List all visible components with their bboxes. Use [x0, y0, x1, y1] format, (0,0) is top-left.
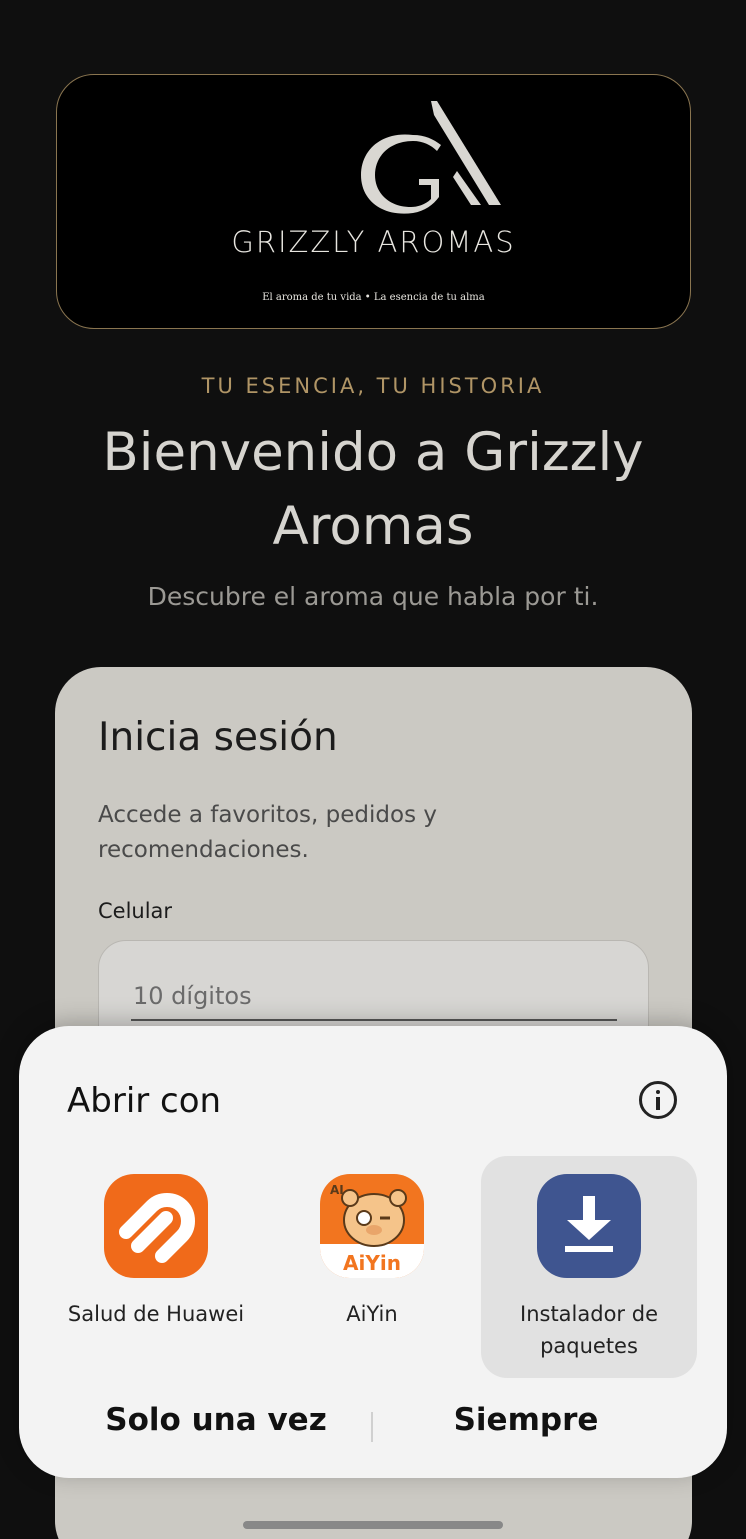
sheet-actions: Solo una vez Siempre: [19, 1402, 727, 1452]
huawei-health-icon: [104, 1174, 208, 1278]
app-option-aiyin[interactable]: AiYin AI AiYin: [264, 1156, 480, 1378]
app-label: Instalador de paquetes: [520, 1302, 658, 1358]
brand-tagline: El aroma de tu vida • La esencia de tu a…: [262, 292, 485, 303]
open-with-sheet: Abrir con Salud de Huawei AiYin AI AiYin…: [19, 1026, 727, 1478]
always-button[interactable]: Siempre: [361, 1402, 691, 1438]
ga-monogram-logo: [361, 101, 501, 214]
info-icon[interactable]: [639, 1081, 677, 1119]
phone-label: Celular: [98, 899, 173, 923]
app-option-package-installer[interactable]: Instalador de paquetes: [481, 1156, 697, 1378]
download-icon: [537, 1174, 641, 1278]
home-indicator[interactable]: [243, 1521, 503, 1529]
app-option-huawei-health[interactable]: Salud de Huawei: [48, 1156, 264, 1378]
svg-text:AI: AI: [330, 1183, 344, 1197]
app-label: AiYin: [346, 1302, 398, 1326]
phone-input[interactable]: [131, 973, 617, 1021]
app-label: Salud de Huawei: [67, 1302, 245, 1326]
brand-name: GRIZZLY AROMAS: [231, 225, 516, 259]
hero-subhead: Descubre el aroma que habla por ti.: [147, 582, 599, 611]
once-button[interactable]: Solo una vez: [51, 1402, 381, 1438]
login-description: Accede a favoritos, pedidos y recomendac…: [98, 802, 437, 863]
aiyin-icon: AiYin AI: [320, 1174, 424, 1278]
hero-headline: Bienvenido a Grizzly Aromas: [102, 422, 644, 557]
login-title: Inicia sesión: [98, 715, 338, 760]
svg-text:AiYin: AiYin: [343, 1251, 401, 1275]
sheet-title: Abrir con: [67, 1081, 222, 1121]
hero-eyebrow: TU ESENCIA, TU HISTORIA: [201, 374, 545, 398]
logo-card: GRIZZLY AROMAS El aroma de tu vida • La …: [56, 74, 691, 329]
